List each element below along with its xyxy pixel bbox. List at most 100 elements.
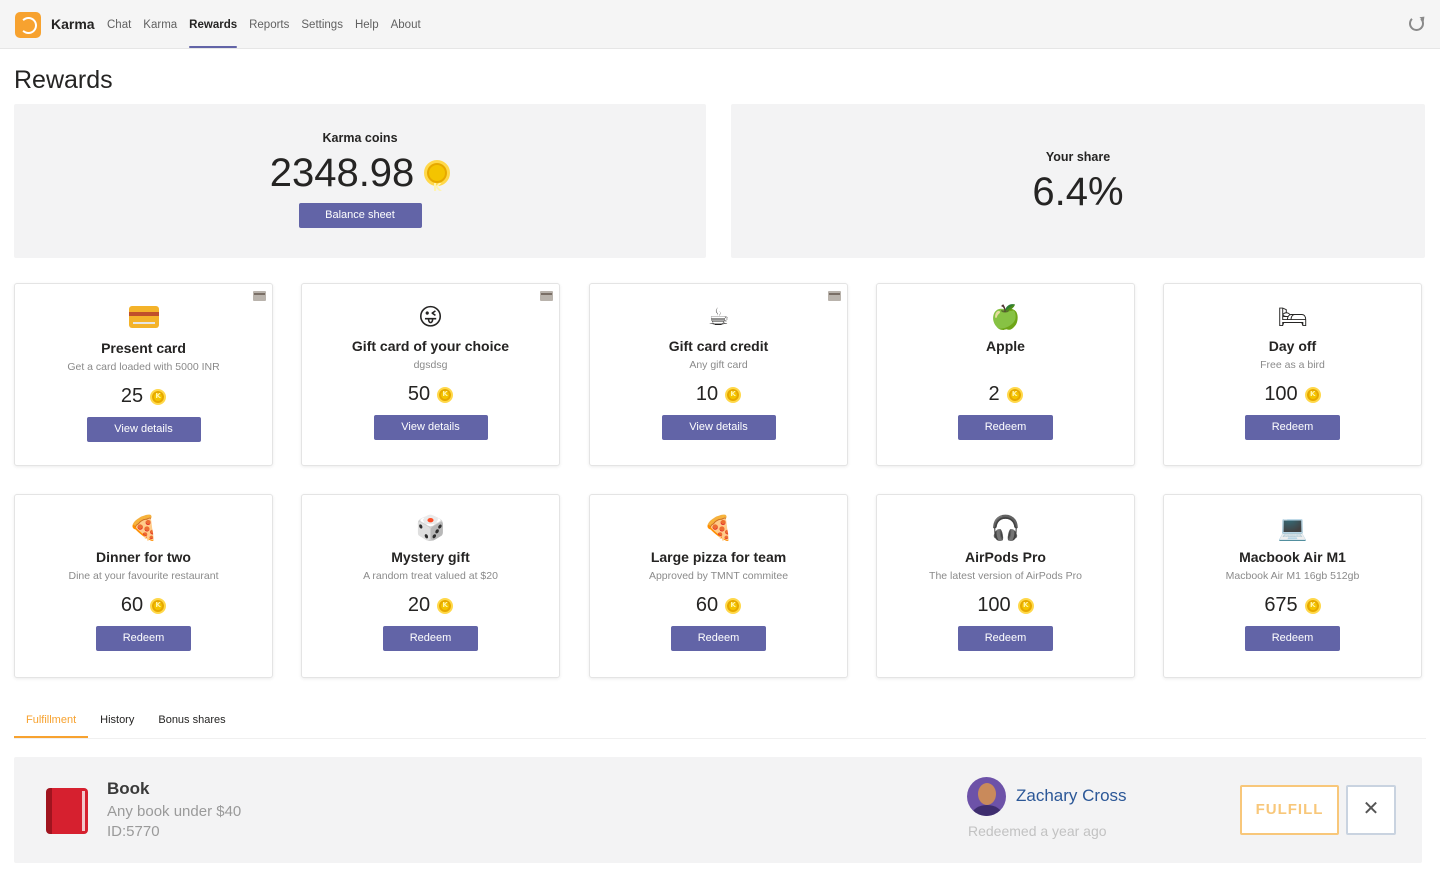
reward-card-gift-card-credit: ☕ Gift card credit Any gift card 10 View… bbox=[589, 283, 848, 466]
item-id: ID:5770 bbox=[107, 823, 160, 840]
tab-chat[interactable]: Chat bbox=[107, 0, 131, 49]
tab-rewards[interactable]: Rewards bbox=[189, 0, 237, 49]
airpods-icon: 🎧 bbox=[990, 514, 1021, 542]
item-desc: Any book under $40 bbox=[107, 803, 242, 820]
user-name-link[interactable]: Zachary Cross bbox=[1016, 786, 1127, 806]
redeem-button[interactable]: Redeem bbox=[1245, 626, 1340, 651]
reward-price: 20 bbox=[407, 594, 454, 617]
reward-card-macbook-air-m1: 💻 Macbook Air M1 Macbook Air M1 16gb 512… bbox=[1163, 494, 1422, 678]
view-details-button[interactable]: View details bbox=[373, 415, 488, 440]
reward-price: 25 bbox=[121, 385, 167, 408]
reward-desc: A random treat valued at $20 bbox=[363, 570, 498, 582]
wallet-icon[interactable] bbox=[253, 291, 266, 301]
tabs-divider bbox=[14, 738, 1426, 739]
reward-card-present-card: Present card Get a card loaded with 5000… bbox=[14, 283, 273, 466]
reward-card-day-off: 🛏 Day off Free as a bird 100 Redeem bbox=[1163, 283, 1422, 466]
coin-icon bbox=[424, 160, 451, 211]
fulfillment-tabs: Fulfillment History Bonus shares bbox=[14, 706, 238, 738]
reward-desc: dgsdsg bbox=[413, 359, 448, 371]
redeemed-timestamp: Redeemed a year ago bbox=[968, 823, 1107, 839]
reward-desc: Any gift card bbox=[689, 359, 748, 371]
reward-title: Large pizza for team bbox=[650, 549, 787, 565]
karma-coins-panel: Karma coins 2348.98 Balance sheet bbox=[14, 104, 706, 258]
tab-fulfillment[interactable]: Fulfillment bbox=[14, 706, 89, 738]
redeem-button[interactable]: Redeem bbox=[383, 626, 478, 651]
coin-icon bbox=[437, 597, 454, 614]
reward-card-mystery-gift: 🎲 Mystery gift A random treat valued at … bbox=[301, 494, 560, 678]
book-icon bbox=[46, 788, 88, 834]
reward-price: 2 bbox=[988, 383, 1023, 406]
redeem-button[interactable]: Redeem bbox=[958, 626, 1053, 651]
reward-card-gift-card-of-your-choice: 😜 Gift card of your choice dgsdsg 50 Vie… bbox=[301, 283, 560, 466]
reward-title: Dinner for two bbox=[96, 549, 191, 565]
coin-icon bbox=[725, 386, 742, 403]
reward-price-value: 50 bbox=[407, 383, 431, 405]
reward-price: 10 bbox=[696, 383, 742, 406]
redeem-button[interactable]: Redeem bbox=[1245, 415, 1340, 440]
reward-card-apple: 🍏 Apple 2 Redeem bbox=[876, 283, 1135, 466]
reward-title: Day off bbox=[1268, 338, 1317, 354]
tab-karma[interactable]: Karma bbox=[143, 0, 177, 49]
coffee-cup-icon: ☕ bbox=[707, 303, 730, 331]
your-share-panel: Your share 6.4% bbox=[731, 104, 1425, 258]
coin-icon bbox=[1304, 386, 1321, 403]
view-details-button[interactable]: View details bbox=[86, 417, 201, 442]
karma-coins-balance: 2348.98 bbox=[269, 150, 451, 211]
coin-icon bbox=[1017, 597, 1034, 614]
tab-help[interactable]: Help bbox=[355, 0, 379, 49]
karma-logo-icon bbox=[15, 12, 41, 38]
reward-price: 100 bbox=[1264, 383, 1321, 406]
reward-title: Gift card of your choice bbox=[351, 338, 510, 354]
reward-title: Gift card credit bbox=[668, 338, 769, 354]
reward-desc: Get a card loaded with 5000 INR bbox=[67, 361, 220, 373]
reward-desc: The latest version of AirPods Pro bbox=[929, 570, 1082, 582]
redeem-button[interactable]: Redeem bbox=[96, 626, 191, 651]
redeem-button[interactable]: Redeem bbox=[958, 415, 1053, 440]
reward-title: AirPods Pro bbox=[965, 549, 1046, 565]
your-share-value: 6.4% bbox=[1032, 170, 1124, 214]
wallet-icon[interactable] bbox=[828, 291, 841, 301]
reward-price: 60 bbox=[695, 594, 742, 617]
karma-coins-value: 2348.98 bbox=[269, 151, 415, 195]
reward-card-large-pizza-for-team: 🍕 Large pizza for team Approved by TMNT … bbox=[589, 494, 848, 678]
reward-price: 60 bbox=[121, 594, 167, 617]
karma-coins-label: Karma coins bbox=[322, 131, 398, 145]
tab-bonus-shares[interactable]: Bonus shares bbox=[146, 706, 237, 738]
reward-price-value: 60 bbox=[695, 594, 719, 616]
tab-settings[interactable]: Settings bbox=[301, 0, 343, 49]
reward-card-airpods-pro: 🎧 AirPods Pro The latest version of AirP… bbox=[876, 494, 1135, 678]
apple-icon: 🍏 bbox=[990, 303, 1021, 331]
coin-icon bbox=[725, 597, 742, 614]
tab-about[interactable]: About bbox=[391, 0, 421, 49]
redeem-button[interactable]: Redeem bbox=[671, 626, 766, 651]
fulfill-button[interactable]: FULFILL bbox=[1240, 785, 1339, 835]
pizza-icon: 🍕 bbox=[128, 514, 159, 542]
dice-icon: 🎲 bbox=[415, 514, 446, 542]
reward-price: 675 bbox=[1264, 594, 1321, 617]
coin-icon bbox=[150, 597, 167, 614]
reward-title: Present card bbox=[101, 340, 186, 356]
reward-desc: Macbook Air M1 16gb 512gb bbox=[1225, 570, 1360, 582]
page-title: Rewards bbox=[14, 66, 113, 94]
reward-price-value: 20 bbox=[407, 594, 431, 616]
reward-price: 50 bbox=[407, 383, 454, 406]
coin-icon bbox=[1304, 597, 1321, 614]
laptop-icon: 💻 bbox=[1277, 514, 1308, 542]
reward-title: Macbook Air M1 bbox=[1239, 549, 1346, 565]
dismiss-button[interactable]: ✕ bbox=[1346, 785, 1396, 835]
avatar bbox=[967, 777, 1006, 816]
reward-title: Mystery gift bbox=[391, 549, 470, 565]
reward-desc: Dine at your favourite restaurant bbox=[68, 570, 219, 582]
reward-title: Apple bbox=[986, 338, 1025, 354]
wallet-icon[interactable] bbox=[540, 291, 553, 301]
top-bar: Karma Chat Karma Rewards Reports Setting… bbox=[0, 0, 1440, 49]
item-title: Book bbox=[107, 779, 150, 798]
balance-sheet-button[interactable]: Balance sheet bbox=[298, 203, 422, 228]
tab-history[interactable]: History bbox=[88, 706, 146, 738]
coin-icon bbox=[437, 386, 454, 403]
view-details-button[interactable]: View details bbox=[661, 415, 776, 440]
tab-reports[interactable]: Reports bbox=[249, 0, 289, 49]
pizza-icon: 🍕 bbox=[703, 514, 734, 542]
reward-price-value: 675 bbox=[1264, 594, 1298, 616]
refresh-icon[interactable] bbox=[1409, 16, 1424, 31]
